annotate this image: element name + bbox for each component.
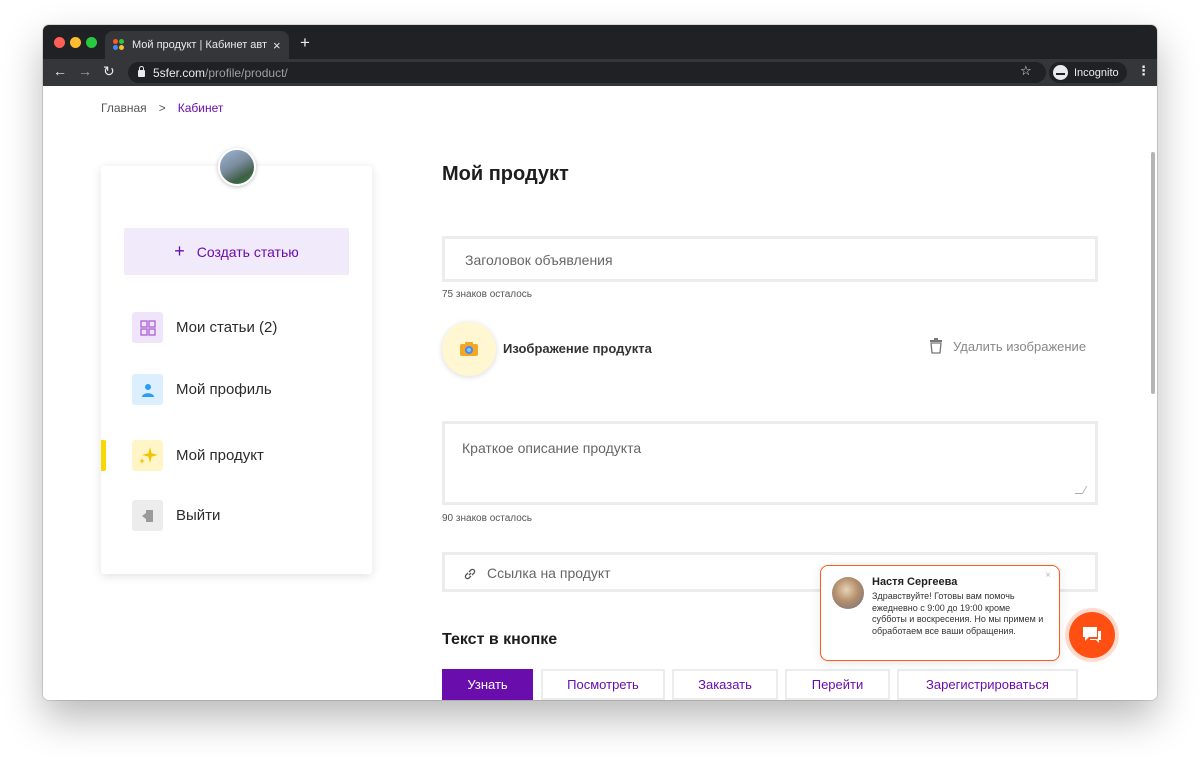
delete-image-button[interactable]: Удалить изображение	[929, 338, 1086, 354]
page-title: Мой продукт	[442, 163, 569, 185]
page-content: Главная > Кабинет + Создать статью Мои с…	[43, 86, 1157, 700]
camera-icon	[460, 342, 478, 356]
user-avatar[interactable]	[218, 148, 256, 186]
sidebar-item-label: Мой продукт	[176, 447, 264, 464]
breadcrumb: Главная > Кабинет	[101, 101, 223, 115]
sidebar-item-label: Мои статьи (2)	[176, 319, 278, 336]
breadcrumb-current[interactable]: Кабинет	[178, 101, 224, 115]
description-char-counter: 90 знаков осталось	[442, 513, 533, 524]
sidebar-item-my-articles[interactable]: Мои статьи (2)	[132, 312, 277, 343]
sparkles-icon	[132, 440, 163, 471]
resize-handle-icon[interactable]	[1074, 486, 1088, 494]
new-tab-button[interactable]: +	[300, 33, 310, 53]
active-item-indicator	[101, 440, 106, 471]
upload-image-button[interactable]	[442, 322, 496, 376]
link-icon	[464, 568, 476, 580]
button-text-heading: Текст в кнопке	[442, 631, 558, 648]
delete-image-label: Удалить изображение	[953, 338, 1087, 354]
browser-tab[interactable]: Мой продукт | Кабинет автор ×	[105, 31, 289, 59]
sidebar-item-label: Выйти	[176, 507, 221, 524]
chat-open-button[interactable]	[1069, 612, 1115, 658]
sidebar-card: + Создать статью Мои статьи (2) Мой проф…	[101, 148, 372, 574]
sidebar-item-label: Мой профиль	[176, 381, 272, 398]
trash-icon	[930, 338, 942, 354]
articles-grid-icon	[132, 312, 163, 343]
incognito-icon	[1053, 65, 1068, 80]
button-option-view[interactable]: Посмотреть	[541, 669, 665, 700]
chat-icon	[1083, 627, 1101, 643]
breadcrumb-separator-icon: >	[158, 101, 166, 115]
tab-close-icon[interactable]: ×	[273, 38, 281, 53]
breadcrumb-home[interactable]: Главная	[101, 101, 147, 115]
button-option-order[interactable]: Заказать	[672, 669, 778, 700]
chat-message: Здравствуйте! Готовы вам помочь ежедневн…	[872, 591, 1044, 636]
description-placeholder: Краткое описание продукта	[462, 440, 642, 456]
back-arrow-icon[interactable]: ←	[53, 63, 67, 79]
browser-menu-icon[interactable]: ⋮	[1137, 63, 1150, 79]
button-option-register[interactable]: Зарегистрироваться	[897, 669, 1078, 700]
chat-agent-avatar	[832, 577, 864, 609]
reload-icon[interactable]: ↻	[103, 63, 115, 80]
chat-agent-name: Настя Сергеева	[872, 576, 958, 588]
browser-toolbar: ← → ↻ 5sfer.com/profile/product/ ☆ Incog…	[43, 59, 1157, 86]
description-textarea[interactable]: Краткое описание продукта	[442, 421, 1098, 505]
plus-icon: +	[174, 241, 185, 261]
chat-close-icon[interactable]: ×	[1045, 570, 1051, 581]
address-bar[interactable]: 5sfer.com/profile/product/	[128, 62, 1046, 83]
headline-input[interactable]: Заголовок объявления	[442, 236, 1098, 282]
product-image-label: Изображение продукта	[503, 341, 652, 356]
sidebar-item-my-product[interactable]: Мой продукт	[132, 440, 264, 471]
incognito-label: Incognito	[1074, 66, 1119, 79]
create-article-button[interactable]: + Создать статью	[124, 228, 349, 275]
product-link-placeholder: Ссылка на продукт	[487, 565, 611, 581]
button-option-learn[interactable]: Узнать	[442, 669, 533, 700]
user-icon	[132, 374, 163, 405]
url-path: /profile/product/	[205, 65, 288, 80]
close-window-button[interactable]	[54, 37, 65, 48]
tab-title: Мой продукт | Кабинет автор	[132, 39, 267, 51]
button-option-go[interactable]: Перейти	[785, 669, 890, 700]
headline-char-counter: 75 знаков осталось	[442, 289, 533, 300]
bookmark-star-icon[interactable]: ☆	[1020, 63, 1032, 79]
minimize-window-button[interactable]	[70, 37, 81, 48]
sidebar-item-logout[interactable]: Выйти	[132, 500, 220, 531]
forward-arrow-icon[interactable]: →	[78, 63, 92, 79]
lock-icon	[138, 66, 145, 77]
chat-popup[interactable]: Настя Сергеева Здравствуйте! Готовы вам …	[820, 565, 1060, 661]
sidebar-item-my-profile[interactable]: Мой профиль	[132, 374, 272, 405]
logout-icon	[132, 500, 163, 531]
page-scrollbar[interactable]	[1151, 152, 1155, 394]
headline-placeholder: Заголовок объявления	[465, 252, 613, 268]
maximize-window-button[interactable]	[86, 37, 97, 48]
create-article-label: Создать статью	[196, 243, 299, 260]
browser-window: Мой продукт | Кабинет автор × + ← → ↻ 5s…	[43, 25, 1157, 700]
tab-bar: Мой продукт | Кабинет автор × +	[43, 25, 1157, 59]
url-host: 5sfer.com	[153, 65, 206, 80]
site-favicon-icon	[113, 39, 125, 51]
incognito-badge[interactable]: Incognito	[1049, 62, 1127, 83]
